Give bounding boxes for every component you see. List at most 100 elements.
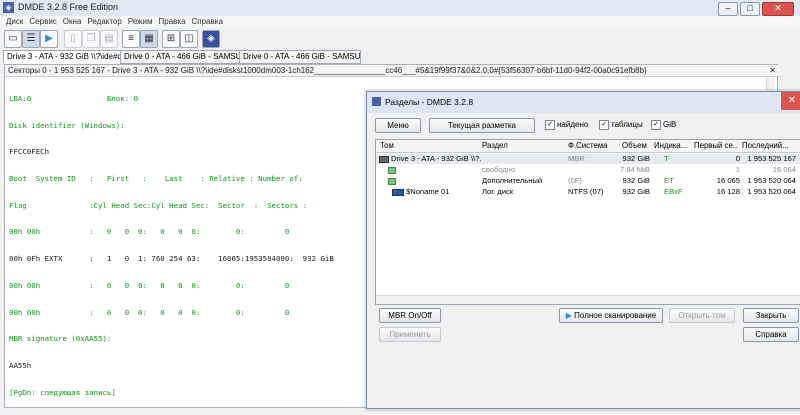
row-last-sector: 16 064 <box>772 165 796 174</box>
drive-tabs: Drive 3 - ATA - 932 GiB \\?\ide#d... Dri… <box>0 50 800 64</box>
column-header-last-sector[interactable]: Последний... <box>742 140 796 152</box>
row-first-sector: 0 <box>735 154 740 163</box>
sector-panel-title: Секторы 0 - 1 953 525 167 - Drive 3 - AT… <box>5 65 780 77</box>
gib-checkbox[interactable]: ✓ GiB <box>651 120 676 130</box>
table-row[interactable]: свободно 7.84 MiB 1 16 064 <box>376 165 800 175</box>
table-icon[interactable]: ⊞ <box>162 30 180 48</box>
row-first-sector: 16 128 <box>716 187 740 196</box>
extended-partition-icon <box>388 177 396 185</box>
row-first-sector: 1 <box>735 165 740 174</box>
tables-checkbox[interactable]: ✓ таблицы <box>599 120 643 130</box>
list-icon[interactable]: ≡ <box>122 30 140 48</box>
window-title: DMDE 3.2.8 Free Edition <box>18 2 119 12</box>
dmde-logo-icon <box>372 97 381 106</box>
dialog-title-bar: Разделы - DMDE 3.2.8 ✕ <box>367 92 800 113</box>
toolbar: ▭ ☰ ▶ ▯ ❐ ▤ ≡ ▦ ⊞ ◫ ◈ <box>0 28 800 50</box>
table-header: Том Раздел Ф.Система Объем Индика... Пер… <box>376 140 800 153</box>
current-layout-button[interactable]: Текущая разметка <box>429 118 535 133</box>
tables-checkbox-label: таблицы <box>611 120 643 130</box>
row-size: 7.84 MiB <box>620 165 650 174</box>
panels-icon[interactable]: ◫ <box>180 30 198 48</box>
row-indicators: EBxF <box>664 187 683 196</box>
partitions-table: Том Раздел Ф.Система Объем Индика... Пер… <box>375 139 800 305</box>
menu-disk[interactable]: Диск <box>3 16 26 28</box>
file-icon[interactable]: ▯ <box>64 30 82 48</box>
play-icon[interactable]: ▶ <box>40 30 58 48</box>
close-dialog-button[interactable]: Закрыть <box>743 308 799 323</box>
apply-button[interactable]: Применить <box>379 327 441 342</box>
partitions-dialog: Разделы - DMDE 3.2.8 ✕ Меню Текущая разм… <box>366 91 800 409</box>
hex-line: 00h 0Fh EXTX : 1 0 1: 760 254 63: 16065:… <box>9 254 334 264</box>
hex-line: 00h 00h : 0 0 0: 0 0 0: 0: 0 <box>9 227 290 237</box>
dmde-logo-icon: ◈ <box>3 2 14 13</box>
column-header-fs[interactable]: Ф.Система <box>568 140 614 152</box>
row-first-sector: 16 065 <box>716 176 740 185</box>
title-bar: ◈ DMDE 3.2.8 Free Edition – □ ✕ <box>0 0 800 17</box>
copy-icon[interactable]: ❐ <box>82 30 100 48</box>
row-volume: Drive 3 - ATA - 932 GiB \\?... <box>391 154 481 163</box>
maximize-button[interactable]: □ <box>740 2 760 16</box>
paste-icon[interactable]: ▤ <box>100 30 118 48</box>
table-row[interactable]: └ $Noname 01 Лог. диск NTFS (07) 932 GiB … <box>376 187 800 197</box>
column-header-partition[interactable]: Раздел <box>482 140 562 152</box>
help-button[interactable]: Справка <box>743 327 799 342</box>
dialog-title: Разделы - DMDE 3.2.8 <box>385 97 474 107</box>
column-header-volume[interactable]: Том <box>380 140 480 152</box>
row-partition: Дополнительный <box>482 176 543 185</box>
play-icon: ▶ <box>565 311 575 320</box>
hex-line: Disk identifier (Windows): <box>9 120 125 130</box>
hex-view[interactable]: LBA:0 Блок: 0 Disk identifier (Windows):… <box>9 77 369 415</box>
menu-mode[interactable]: Режим <box>125 16 156 28</box>
full-scan-label: Полное сканирование <box>574 311 657 320</box>
tree-line-icon: └ <box>392 187 398 196</box>
found-checkbox-label: найдено <box>557 120 589 130</box>
mbr-on-off-button[interactable]: MBR On/Off <box>379 308 441 323</box>
minimize-button[interactable]: – <box>718 2 738 16</box>
full-scan-button[interactable]: ▶ Полное сканирование <box>559 308 663 323</box>
column-header-indicators[interactable]: Индика... <box>654 140 692 152</box>
partitions-icon[interactable]: ☰ <box>22 30 40 48</box>
hex-line: FFCC0FECh <box>9 147 50 157</box>
hex-line: AA55h <box>9 361 32 370</box>
row-size: 932 GiB <box>622 187 650 196</box>
dialog-close-icon[interactable]: ✕ <box>781 92 800 110</box>
dmde-icon[interactable]: ◈ <box>202 30 220 48</box>
menu-windows[interactable]: Окна <box>60 16 85 28</box>
tab-drive-3[interactable]: Drive 3 - ATA - 932 GiB \\?\ide#d... <box>3 50 122 64</box>
hex-line: 00h 00h : 0 0 0: 0 0 0: 0: 0 <box>9 280 290 290</box>
table-row[interactable]: Drive 3 - ATA - 932 GiB \\?... MBR 932 G… <box>376 154 800 164</box>
hex-line: LBA:0 Блок: 0 <box>9 93 139 103</box>
sector-panel-close-icon[interactable]: ✕ <box>769 65 776 76</box>
hex-line: Flag :Cyl Head Sec:Cyl Head Sec: Sector … <box>9 200 308 210</box>
menu-button[interactable]: Меню <box>375 118 421 133</box>
menu-editor[interactable]: Редактор <box>84 16 124 28</box>
gib-checkbox-label: GiB <box>663 120 677 130</box>
menu-edit[interactable]: Правка <box>156 16 189 28</box>
column-header-first-sector[interactable]: Первый се... <box>694 140 738 152</box>
menu-service[interactable]: Сервис <box>26 16 59 28</box>
table-row[interactable]: Дополнительный (0F) 932 GiB ET 16 065 1 … <box>376 176 800 186</box>
menu-bar: Диск Сервис Окна Редактор Режим Правка Справка <box>0 16 800 28</box>
open-volume-button[interactable]: Открыть том <box>669 308 735 323</box>
sector-panel-title-text: Секторы 0 - 1 953 525 167 - Drive 3 - AT… <box>8 66 647 75</box>
row-last-sector: 1 953 520 064 <box>747 176 796 185</box>
hex-line: [PgDn: следующая запись] <box>9 387 116 397</box>
row-size: 932 GiB <box>622 176 650 185</box>
found-checkbox[interactable]: ✓ найдено <box>545 120 588 130</box>
row-partition: свободно <box>482 165 516 174</box>
disk-icon[interactable]: ▭ <box>4 30 22 48</box>
column-header-size[interactable]: Объем <box>622 140 654 152</box>
row-size: 932 GiB <box>622 154 650 163</box>
close-button[interactable]: ✕ <box>762 2 794 16</box>
row-partition: Лог. диск <box>482 187 514 196</box>
hex-line: 00h 00h : 0 0 0: 0 0 0: 0: 0 <box>9 307 290 317</box>
horizontal-scrollbar[interactable] <box>376 295 800 304</box>
row-volume: $Noname 01 <box>406 187 450 196</box>
tab-drive-0-a[interactable]: Drive 0 - ATA - 466 GiB - SAMSUNG... <box>120 50 242 64</box>
menu-help[interactable]: Справка <box>189 16 226 28</box>
tab-drive-0-b[interactable]: Drive 0 - ATA - 466 GiB - SAMSUNG... <box>239 50 361 64</box>
hex-line: MBR signature (0xAA55): <box>9 334 112 344</box>
gib-check-icon: ✓ <box>651 120 661 130</box>
hex-icon[interactable]: ▦ <box>140 30 158 48</box>
row-last-sector: 1 953 520 064 <box>747 187 796 196</box>
